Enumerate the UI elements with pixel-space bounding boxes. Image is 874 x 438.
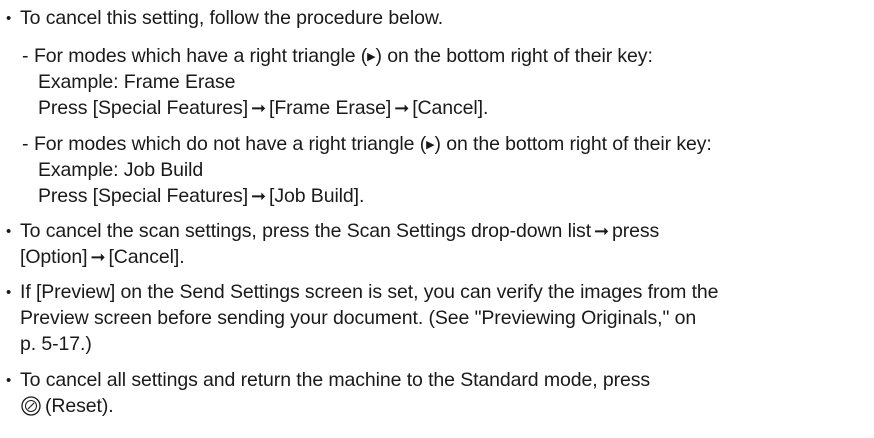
continuation-line: p. 5-17.) [20,332,92,356]
sub-item-triangle-modes: - For modes which have a right triangle (… [22,44,653,69]
right-arrow-icon: ➞ [90,247,106,267]
dash-marker: - [22,133,29,155]
continuation-line: Preview screen before sending your docum… [20,306,696,330]
sub-item-non-triangle-modes: - For modes which do not have a right tri… [22,132,712,157]
press-sequence-line: Press [Special Features] ➞ [Job Build]. [38,184,364,208]
bullet-icon: • [6,284,12,301]
continuation-line: (Reset). [20,394,114,418]
press-text: [Cancel]. [412,97,489,119]
item-text: If [Preview] on the Send Settings screen… [20,281,719,303]
continuation-line: [Option] ➞ [Cancel]. [20,245,185,269]
press-sequence-line: Press [Special Features] ➞ [Frame Erase] ➞[… [38,96,488,120]
right-arrow-icon: ➞ [394,98,410,118]
bullet-item-reset: • To cancel all settings and return the m… [6,368,650,393]
item-text: [Cancel]. [108,246,185,268]
item-text: (Reset). [45,395,114,417]
right-arrow-icon: ➞ [251,98,267,118]
example-line: Example: Frame Erase [38,70,236,94]
sub-item-text-suffix: ) on the bottom right of their key: [375,45,653,67]
sub-item-text-prefix: For modes which do not have a right tria… [34,133,427,155]
dash-marker: - [22,45,29,67]
bullet-icon: • [6,372,12,389]
sub-item-text-suffix: ) on the bottom right of their key: [434,133,712,155]
manual-page: • To cancel this setting, follow the proc… [0,0,874,438]
right-arrow-icon: ➞ [594,221,610,241]
bullet-icon: • [6,10,12,27]
sub-item-text-prefix: For modes which have a right triangle ( [34,45,368,67]
press-text: [Job Build]. [269,185,365,207]
item-text: To cancel the scan settings, press the S… [20,220,592,242]
example-line: Example: Job Build [38,158,203,182]
bullet-item-cancel-scan-settings: • To cancel the scan settings, press the … [6,219,659,244]
item-text: press [612,220,660,242]
example-text: Example: Frame Erase [38,71,236,93]
bullet-item-preview: • If [Preview] on the Send Settings scree… [6,280,718,305]
right-triangle-icon: ▶ [367,51,376,63]
press-text: Press [Special Features] [38,185,249,207]
item-text: [Option] [20,246,88,268]
bullet-icon: • [6,223,12,240]
reset-key-icon [20,395,42,417]
item-text: To cancel all settings and return the ma… [20,369,651,391]
item-text: Preview screen before sending your docum… [20,307,697,329]
item-text: To cancel this setting, follow the proce… [20,7,444,29]
bullet-item-cancel-procedure: • To cancel this setting, follow the proc… [6,6,443,31]
press-text: Press [Special Features] [38,97,249,119]
item-text: p. 5-17.) [20,333,92,355]
press-text: [Frame Erase] [269,97,392,119]
right-arrow-icon: ➞ [251,186,267,206]
example-text: Example: Job Build [38,159,204,181]
